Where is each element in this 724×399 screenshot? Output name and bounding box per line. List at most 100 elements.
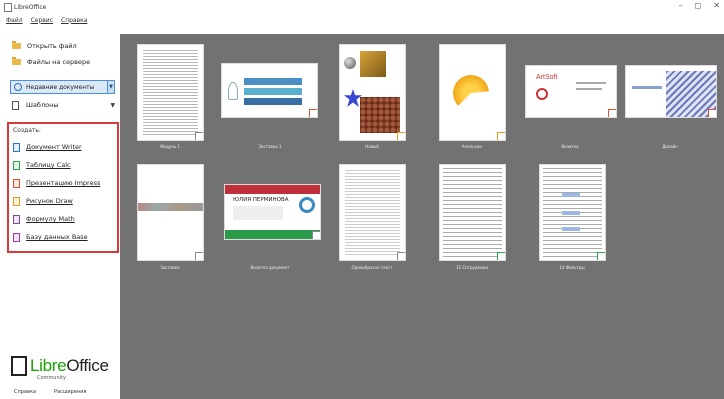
writer-file-icon bbox=[195, 132, 203, 140]
card-logo-graphic bbox=[299, 197, 315, 213]
card-name-text: ЮЛИЯ ПЕРМИНОВА bbox=[233, 197, 289, 203]
logo-text: LibreOffice bbox=[30, 356, 109, 376]
logo-libre: Libre bbox=[30, 356, 67, 375]
recent-document-thumbnail[interactable] bbox=[439, 164, 506, 261]
impress-file-icon bbox=[309, 109, 317, 117]
document-caption: 11 Сотрудники bbox=[456, 265, 488, 270]
recent-document-thumbnail[interactable] bbox=[137, 44, 204, 141]
highlighted-cell bbox=[562, 193, 580, 197]
base-icon bbox=[13, 232, 20, 242]
artsoft-logo-text: ArtSoft bbox=[536, 74, 558, 81]
create-math-button[interactable]: Формулу Math bbox=[13, 210, 117, 228]
logo-office: Office bbox=[66, 356, 109, 375]
recent-document-thumbnail[interactable] bbox=[539, 164, 606, 261]
create-writer-button[interactable]: Документ Writer bbox=[13, 138, 117, 156]
logo-document-icon bbox=[11, 356, 27, 376]
templates-button[interactable]: Шаблоны ▼ bbox=[0, 97, 120, 113]
chevron-down-icon[interactable]: ▼ bbox=[108, 80, 115, 94]
lightbulb-graphic bbox=[228, 82, 238, 100]
minimize-button[interactable]: – bbox=[679, 1, 683, 10]
draw-file-icon bbox=[397, 132, 405, 140]
writer-icon bbox=[13, 142, 20, 152]
recent-document-thumbnail[interactable] bbox=[625, 65, 717, 118]
recent-documents-button[interactable]: Недавние документы bbox=[10, 80, 108, 94]
templates-label: Шаблоны bbox=[26, 101, 59, 109]
skyline-graphic bbox=[138, 203, 203, 211]
bottom-links: Справка Расширения bbox=[14, 389, 86, 395]
close-button[interactable]: ✕ bbox=[713, 1, 720, 10]
recent-document-thumbnail[interactable]: ArtSoft bbox=[525, 65, 617, 118]
remote-files-label: Файлы на сервере bbox=[27, 58, 91, 66]
libreoffice-start-center: LibreOffice – ◻ ✕ Файл Сервис Справка От… bbox=[0, 0, 724, 399]
logo-community: Community bbox=[37, 375, 66, 381]
recent-document-thumbnail[interactable] bbox=[339, 164, 406, 261]
document-caption: 14 Фильтры bbox=[559, 265, 585, 270]
card-footer-bar bbox=[225, 230, 320, 239]
open-file-label: Открыть файл bbox=[27, 42, 77, 50]
impress-file-icon bbox=[608, 109, 616, 117]
document-caption: Апельсин bbox=[461, 144, 483, 149]
remote-folder-icon bbox=[12, 57, 21, 65]
document-caption: Модуль 1 bbox=[160, 144, 180, 149]
document-caption: Дизайн bbox=[662, 144, 678, 149]
writer-file-icon bbox=[312, 231, 320, 239]
banner-graphic bbox=[244, 78, 302, 85]
create-draw-button[interactable]: Рисунок Draw bbox=[13, 192, 117, 210]
libreoffice-logo: LibreOffice Community bbox=[11, 356, 109, 381]
writer-file-icon bbox=[397, 252, 405, 260]
recent-documents-dropdown[interactable]: Недавние документы ▼ bbox=[10, 80, 120, 94]
document-caption: Однообразно текст bbox=[351, 265, 393, 270]
help-link[interactable]: Справка bbox=[14, 389, 36, 395]
menu-help[interactable]: Справка bbox=[61, 17, 87, 24]
clock-icon bbox=[14, 83, 22, 91]
recent-document-thumbnail[interactable] bbox=[221, 63, 318, 118]
highlighted-cell bbox=[562, 211, 580, 215]
menu-file[interactable]: Файл bbox=[6, 17, 23, 24]
template-icon bbox=[12, 100, 19, 110]
document-caption: Новый bbox=[365, 144, 379, 149]
recent-document-thumbnail[interactable] bbox=[439, 44, 506, 141]
calc-file-icon bbox=[597, 252, 605, 260]
spreadsheet-preview bbox=[443, 168, 502, 257]
remote-files-button[interactable]: Файлы на сервере bbox=[0, 54, 120, 70]
sphere-graphic bbox=[344, 57, 356, 69]
create-calc-button[interactable]: Таблицу Calc bbox=[13, 156, 117, 174]
create-impress-button[interactable]: Презентацию Impress bbox=[13, 174, 117, 192]
templates-chevron-down-icon[interactable]: ▼ bbox=[110, 102, 115, 109]
menu-tools[interactable]: Сервис bbox=[31, 17, 53, 24]
texture-graphic bbox=[360, 97, 400, 133]
draw-icon bbox=[13, 196, 20, 206]
document-text-preview bbox=[143, 50, 198, 135]
document-caption: Визитка bbox=[561, 144, 579, 149]
card-header-bar bbox=[225, 185, 320, 194]
menu-bar: Файл Сервис Справка bbox=[0, 14, 87, 26]
create-base-button[interactable]: Базу данных Base bbox=[13, 228, 117, 246]
window-title: LibreOffice bbox=[14, 3, 47, 11]
recent-documents-area: Модуль 1 Заставка 1 Новый Апельсин ArtSo… bbox=[120, 34, 724, 399]
window-controls: – ◻ ✕ bbox=[679, 1, 720, 10]
create-base-label: Базу данных Base bbox=[26, 233, 88, 241]
recent-documents-label: Недавние документы bbox=[26, 83, 95, 91]
writer-file-icon bbox=[195, 252, 203, 260]
math-icon bbox=[13, 214, 20, 224]
orange-slice-graphic bbox=[453, 75, 489, 111]
create-calc-label: Таблицу Calc bbox=[26, 161, 71, 169]
highlighted-cell bbox=[562, 227, 580, 231]
maximize-button[interactable]: ◻ bbox=[695, 1, 702, 10]
recent-document-thumbnail[interactable] bbox=[137, 164, 204, 261]
open-file-button[interactable]: Открыть файл bbox=[0, 38, 120, 54]
extensions-link[interactable]: Расширения bbox=[54, 389, 86, 395]
document-caption: Заставка 1 bbox=[258, 144, 282, 149]
banner-graphic bbox=[244, 98, 302, 105]
create-impress-label: Презентацию Impress bbox=[26, 179, 101, 187]
recent-document-thumbnail[interactable]: ЮЛИЯ ПЕРМИНОВА bbox=[224, 184, 321, 240]
text-line bbox=[576, 88, 602, 90]
folder-icon bbox=[12, 41, 21, 49]
create-math-label: Формулу Math bbox=[26, 215, 75, 223]
app-icon bbox=[4, 2, 12, 12]
create-heading: Создать: bbox=[13, 127, 41, 134]
impress-icon bbox=[13, 178, 20, 188]
recent-document-thumbnail[interactable] bbox=[339, 44, 406, 141]
calc-icon bbox=[13, 160, 20, 170]
gradient-square-graphic bbox=[360, 51, 386, 77]
